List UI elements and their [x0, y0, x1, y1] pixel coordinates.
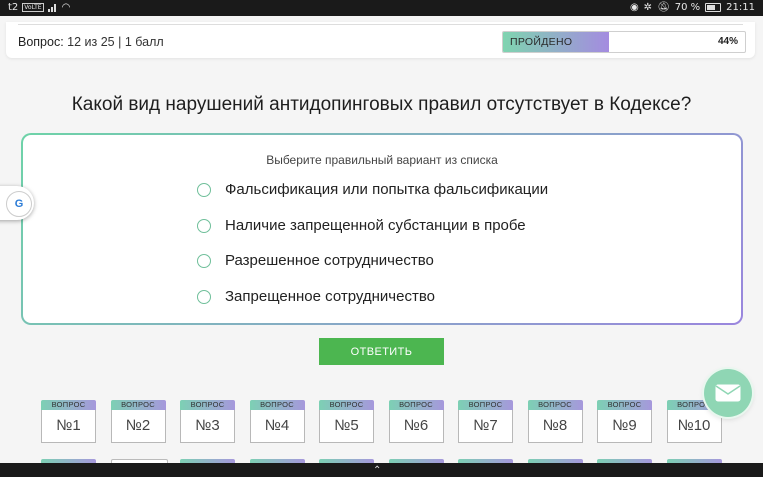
answer-text: Фальсификация или попытка фальсификации	[225, 181, 549, 198]
question-nav-number: №7	[458, 410, 513, 443]
question-nav-caption: ВОПРОС	[458, 400, 513, 410]
question-nav-number: №5	[319, 410, 374, 443]
bluetooth-icon: ✲	[643, 2, 653, 13]
translate-icon[interactable]: G	[6, 191, 32, 217]
question-text: Какой вид нарушений антидопинговых прави…	[71, 94, 692, 115]
question-nav-caption: ВОПРОС	[527, 400, 583, 410]
answer-option-1[interactable]: Фальсификация или попытка фальсификации	[197, 181, 548, 198]
question-nav-caption: ВОПРОС	[110, 400, 166, 410]
question-nav-9[interactable]: ВОПРОС №9	[597, 400, 652, 444]
answer-option-3[interactable]: Разрешенное сотрудничество	[197, 252, 434, 269]
question-nav-8[interactable]: ВОПРОС №8	[527, 400, 583, 444]
question-nav-4[interactable]: ВОПРОС №4	[249, 400, 305, 444]
clock: 21:11	[726, 2, 755, 13]
question-nav-number: №4	[249, 410, 305, 443]
question-nav-caption: ВОПРОС	[180, 400, 235, 410]
question-nav-caption: ВОПРОС	[597, 400, 652, 410]
question-nav-number: №8	[527, 410, 583, 443]
progress-percent: 44%	[717, 36, 738, 47]
mail-icon	[715, 384, 741, 402]
radio-button[interactable]	[197, 218, 211, 233]
answers-card: Выберите правильный вариант из списка Фа…	[21, 133, 743, 325]
translate-widget[interactable]: G	[0, 186, 34, 220]
question-counter: Вопрос: 12 из 25 | 1 балл	[18, 35, 164, 49]
mail-button[interactable]	[704, 369, 752, 417]
volte-badge: VoLTE	[22, 3, 44, 12]
question-nav-number: №2	[110, 410, 166, 443]
radio-button[interactable]	[197, 182, 211, 197]
question-nav-number: №6	[388, 410, 444, 443]
progress-bar: ПРОЙДЕНО 44%	[502, 31, 746, 53]
eye-icon: ◉	[629, 2, 639, 13]
question-progress: 12 из 25 | 1 балл	[67, 35, 164, 49]
question-nav-number: №1	[41, 410, 96, 443]
question-label: Вопрос:	[18, 35, 64, 49]
submit-answer-button[interactable]: ОТВЕТИТЬ	[319, 338, 444, 365]
answer-text: Запрещенное сотрудничество	[225, 288, 435, 305]
system-nav-bar: ⌃	[0, 463, 763, 477]
question-nav-number: №10	[666, 410, 722, 443]
question-nav-caption: ВОПРОС	[41, 400, 96, 410]
status-bar: t2 VoLTE ◠ ◉ ✲ 🔕︎ 70 % 21:11	[0, 0, 763, 16]
header-divider	[18, 24, 743, 25]
signal-icon	[47, 3, 58, 12]
question-nav-number: №3	[180, 410, 235, 443]
radio-button[interactable]	[197, 253, 211, 268]
battery-percent: 70 %	[674, 2, 701, 13]
radio-button[interactable]	[197, 289, 211, 304]
battery-icon	[705, 3, 722, 12]
question-nav-6[interactable]: ВОПРОС №6	[388, 400, 444, 444]
answers-hint: Выберите правильный вариант из списка	[266, 153, 498, 167]
answer-text: Наличие запрещенной субстанции в пробе	[225, 217, 526, 234]
answer-option-4[interactable]: Запрещенное сотрудничество	[197, 288, 435, 305]
question-nav-5[interactable]: ВОПРОС №5	[319, 400, 374, 444]
question-nav-3[interactable]: ВОПРОС №3	[180, 400, 235, 444]
question-nav-grid: ВОПРОС №1 ВОПРОС №2 ВОПРОС №3 ВОПРОС №4 ВОПР…	[41, 400, 763, 463]
question-nav-1[interactable]: ВОПРОС №1	[41, 400, 96, 444]
answer-text: Разрешенное сотрудничество	[225, 252, 434, 269]
question-nav-caption: ВОПРОС	[388, 400, 444, 410]
question-nav-caption: ВОПРОС	[249, 400, 305, 410]
question-nav-7[interactable]: ВОПРОС №7	[458, 400, 513, 444]
mute-icon: 🔕︎	[657, 2, 670, 13]
progress-label: ПРОЙДЕНО	[510, 36, 573, 48]
quiz-header: Вопрос: 12 из 25 | 1 балл ПРОЙДЕНО 44%	[6, 22, 755, 58]
wifi-icon: ◠	[61, 2, 71, 13]
chevron-up-icon[interactable]: ⌃	[373, 465, 381, 476]
question-nav-number: №9	[597, 410, 652, 443]
carrier-label: t2	[8, 2, 19, 13]
question-nav-2[interactable]: ВОПРОС №2	[110, 400, 166, 444]
question-nav-caption: ВОПРОС	[319, 400, 374, 410]
answer-option-2[interactable]: Наличие запрещенной субстанции в пробе	[197, 217, 526, 234]
